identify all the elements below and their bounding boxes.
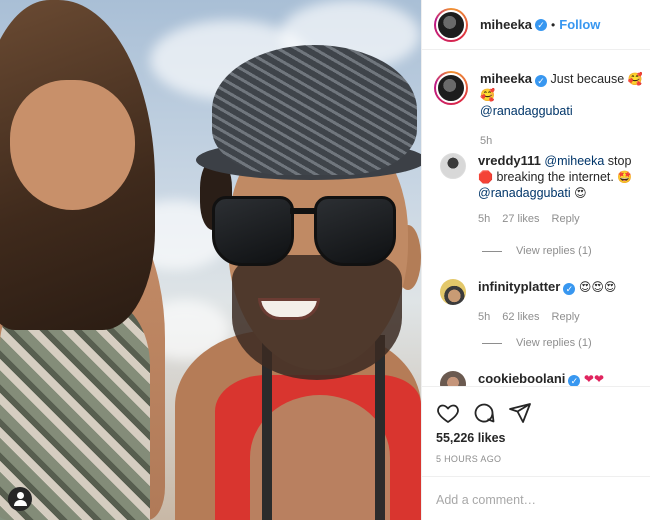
post-sidebar: miheeka ✓ • Follow miheeka ✓ Just because… bbox=[421, 0, 650, 520]
caption-mention[interactable]: @ranadaggubati bbox=[480, 104, 573, 118]
tagged-users-icon[interactable] bbox=[8, 487, 32, 511]
follow-button[interactable]: Follow bbox=[559, 17, 600, 32]
replies-divider bbox=[482, 250, 502, 252]
view-replies-button[interactable]: View replies (1) bbox=[482, 337, 592, 349]
post-photo[interactable] bbox=[0, 0, 421, 520]
woman-face bbox=[10, 80, 135, 210]
replies-divider bbox=[482, 342, 502, 344]
camera-strap bbox=[375, 335, 385, 520]
comment-mention[interactable]: @ranadaggubati bbox=[478, 186, 571, 200]
comment-time[interactable]: 5h bbox=[478, 309, 490, 325]
verified-badge-icon: ✓ bbox=[535, 18, 548, 31]
post-actions: 55,226 likes 5 HOURS AGO bbox=[422, 386, 650, 470]
commenter-username[interactable]: infinityplatter bbox=[478, 279, 560, 294]
verified-badge-icon: ✓ bbox=[535, 75, 548, 87]
comment-item: vreddy111 @miheeka stop 🛑 breaking the i… bbox=[440, 153, 645, 227]
post-caption: miheeka ✓ Just because 🥰🥰 @ranadaggubati … bbox=[434, 71, 644, 149]
man-hat bbox=[212, 45, 417, 175]
verified-badge-icon: ✓ bbox=[563, 283, 576, 295]
comment-likes[interactable]: 62 likes bbox=[502, 309, 539, 325]
verified-badge-icon: ✓ bbox=[568, 375, 581, 386]
heart-icon[interactable] bbox=[436, 401, 460, 425]
author-avatar[interactable] bbox=[434, 7, 468, 42]
caption-username[interactable]: miheeka bbox=[480, 71, 532, 86]
comment-item: cookieboolani ✓ ❤❤ bbox=[440, 371, 645, 386]
view-replies-label: View replies (1) bbox=[516, 337, 592, 349]
comment-emoji: 🛑 bbox=[478, 170, 493, 184]
post-timestamp[interactable]: 5 HOURS AGO bbox=[436, 454, 501, 464]
comment-emoji: 😍😍😍 bbox=[578, 280, 617, 294]
sunglasses bbox=[212, 196, 397, 268]
man-beard bbox=[232, 255, 402, 380]
reply-button[interactable]: Reply bbox=[552, 211, 580, 227]
comments-list[interactable]: miheeka ✓ Just because 🥰🥰 @ranadaggubati … bbox=[422, 51, 650, 386]
comment-emoji: 😍 bbox=[574, 186, 587, 200]
share-icon[interactable] bbox=[508, 401, 532, 425]
comment-emoji: ❤❤ bbox=[583, 372, 604, 386]
comment-icon[interactable] bbox=[472, 401, 496, 425]
caption-time[interactable]: 5h bbox=[480, 133, 492, 149]
comment-time[interactable]: 5h bbox=[478, 211, 490, 227]
separator-dot: • bbox=[551, 17, 556, 32]
commenter-avatar[interactable] bbox=[440, 371, 466, 386]
comment-emoji: 🤩 bbox=[617, 170, 633, 184]
commenter-username[interactable]: vreddy111 bbox=[478, 153, 541, 168]
commenter-username[interactable]: cookieboolani bbox=[478, 371, 565, 386]
comment-text: stop bbox=[607, 154, 632, 168]
reply-button[interactable]: Reply bbox=[552, 309, 580, 325]
comment-likes[interactable]: 27 likes bbox=[502, 211, 539, 227]
author-username[interactable]: miheeka bbox=[480, 17, 532, 32]
commenter-avatar[interactable] bbox=[440, 279, 466, 305]
add-comment-input[interactable] bbox=[436, 493, 637, 507]
add-comment-bar bbox=[422, 476, 650, 520]
commenter-avatar[interactable] bbox=[440, 153, 466, 179]
caption-text: Just because bbox=[550, 72, 625, 86]
view-replies-label: View replies (1) bbox=[516, 245, 592, 257]
post-header: miheeka ✓ • Follow bbox=[422, 0, 650, 50]
view-replies-button[interactable]: View replies (1) bbox=[482, 245, 592, 257]
comment-text: breaking the internet. bbox=[496, 170, 614, 184]
comment-item: infinityplatter ✓ 😍😍😍 5h 62 likes Reply bbox=[440, 279, 645, 325]
like-count[interactable]: 55,226 likes bbox=[436, 431, 506, 445]
comment-mention[interactable]: @miheeka bbox=[544, 154, 604, 168]
author-avatar[interactable] bbox=[434, 71, 468, 105]
